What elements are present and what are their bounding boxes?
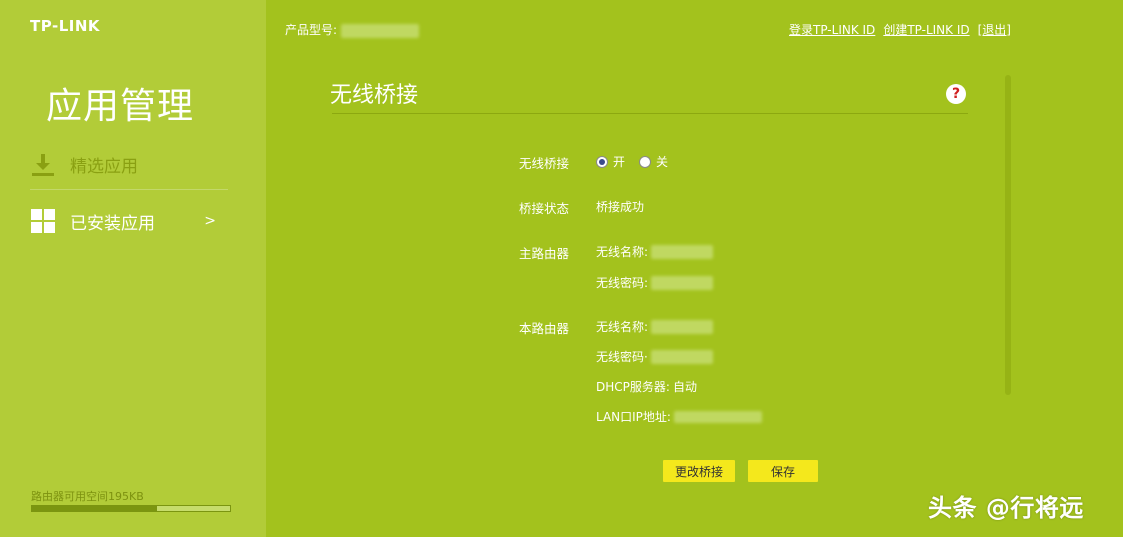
main-router-password: 无线密码: <box>596 274 714 291</box>
dhcp-label: DHCP服务器: <box>596 380 670 394</box>
bridge-status-value: 桥接成功 <box>596 200 645 214</box>
radio-checked-icon <box>596 155 608 168</box>
sidebar-item-installed-apps[interactable]: 已安装应用 > <box>30 196 228 246</box>
ssid-label: 无线名称: <box>596 245 649 259</box>
ssid-redacted <box>651 319 714 334</box>
storage-progress-bar <box>31 505 231 512</box>
password-redacted <box>651 275 714 290</box>
logout-link[interactable]: [退出] <box>978 21 1011 38</box>
main-router-ssid: 无线名称: <box>596 243 714 260</box>
ssid-label: 无线名称: <box>596 320 649 334</box>
sidebar-item-featured-apps[interactable]: 精选应用 <box>30 140 228 190</box>
bridge-status-label: 桥接状态 <box>519 201 570 216</box>
product-model-label: 产品型号: <box>285 23 338 37</box>
login-link[interactable]: 登录TP-LINK ID <box>789 21 875 38</box>
bridge-on-radio[interactable]: 开 <box>596 153 625 170</box>
bridge-toggle: 开 关 <box>596 153 682 170</box>
radio-label: 开 <box>613 155 626 169</box>
bridge-toggle-label: 无线桥接 <box>519 156 570 171</box>
password-label: 无线密码· <box>596 350 648 364</box>
scrollbar[interactable] <box>1005 75 1011 395</box>
account-links: 登录TP-LINK ID 创建TP-LINK ID [退出] <box>789 21 1011 38</box>
product-model: 产品型号: <box>285 21 419 38</box>
radio-unchecked-icon <box>639 155 652 168</box>
sidebar-title: 应用管理 <box>46 86 195 127</box>
lan-ip-label: LAN口IP地址: <box>596 410 671 424</box>
save-button[interactable]: 保存 <box>748 460 818 482</box>
chevron-right-icon: > <box>204 213 216 229</box>
change-bridge-button[interactable]: 更改桥接 <box>663 460 735 482</box>
watermark: 头条 @行将远 <box>928 494 1084 522</box>
dhcp-value: 自动 <box>672 380 697 394</box>
sidebar-item-label: 已安装应用 <box>70 213 155 234</box>
download-icon <box>30 152 55 177</box>
this-router-dhcp: DHCP服务器: 自动 <box>596 378 697 395</box>
storage-label: 路由器可用空间195KB <box>31 490 144 503</box>
sidebar: TP-LINK 应用管理 精选应用 已安装应用 > 路由器可用空间195KB <box>0 0 266 537</box>
grid-icon <box>30 209 55 234</box>
brand-logo: TP-LINK <box>30 17 101 35</box>
product-model-value-redacted <box>340 23 419 38</box>
this-router-ssid: 无线名称: <box>596 318 714 335</box>
ssid-redacted <box>651 244 714 259</box>
lan-ip-redacted <box>673 410 762 423</box>
storage-progress-fill <box>32 506 157 511</box>
main-router-label: 主路由器 <box>519 246 570 261</box>
page-title: 无线桥接 <box>330 83 419 108</box>
this-router-label: 本路由器 <box>519 321 570 336</box>
radio-label: 关 <box>656 155 669 169</box>
password-redacted <box>650 349 713 364</box>
this-router-password: 无线密码· <box>596 348 713 365</box>
this-router-lan-ip: LAN口IP地址: <box>596 408 762 425</box>
bridge-off-radio[interactable]: 关 <box>639 153 668 170</box>
create-id-link[interactable]: 创建TP-LINK ID <box>883 21 969 38</box>
password-label: 无线密码: <box>596 276 649 290</box>
title-divider <box>332 113 968 114</box>
sidebar-item-label: 精选应用 <box>70 157 138 177</box>
help-icon[interactable]: ? <box>946 84 966 104</box>
